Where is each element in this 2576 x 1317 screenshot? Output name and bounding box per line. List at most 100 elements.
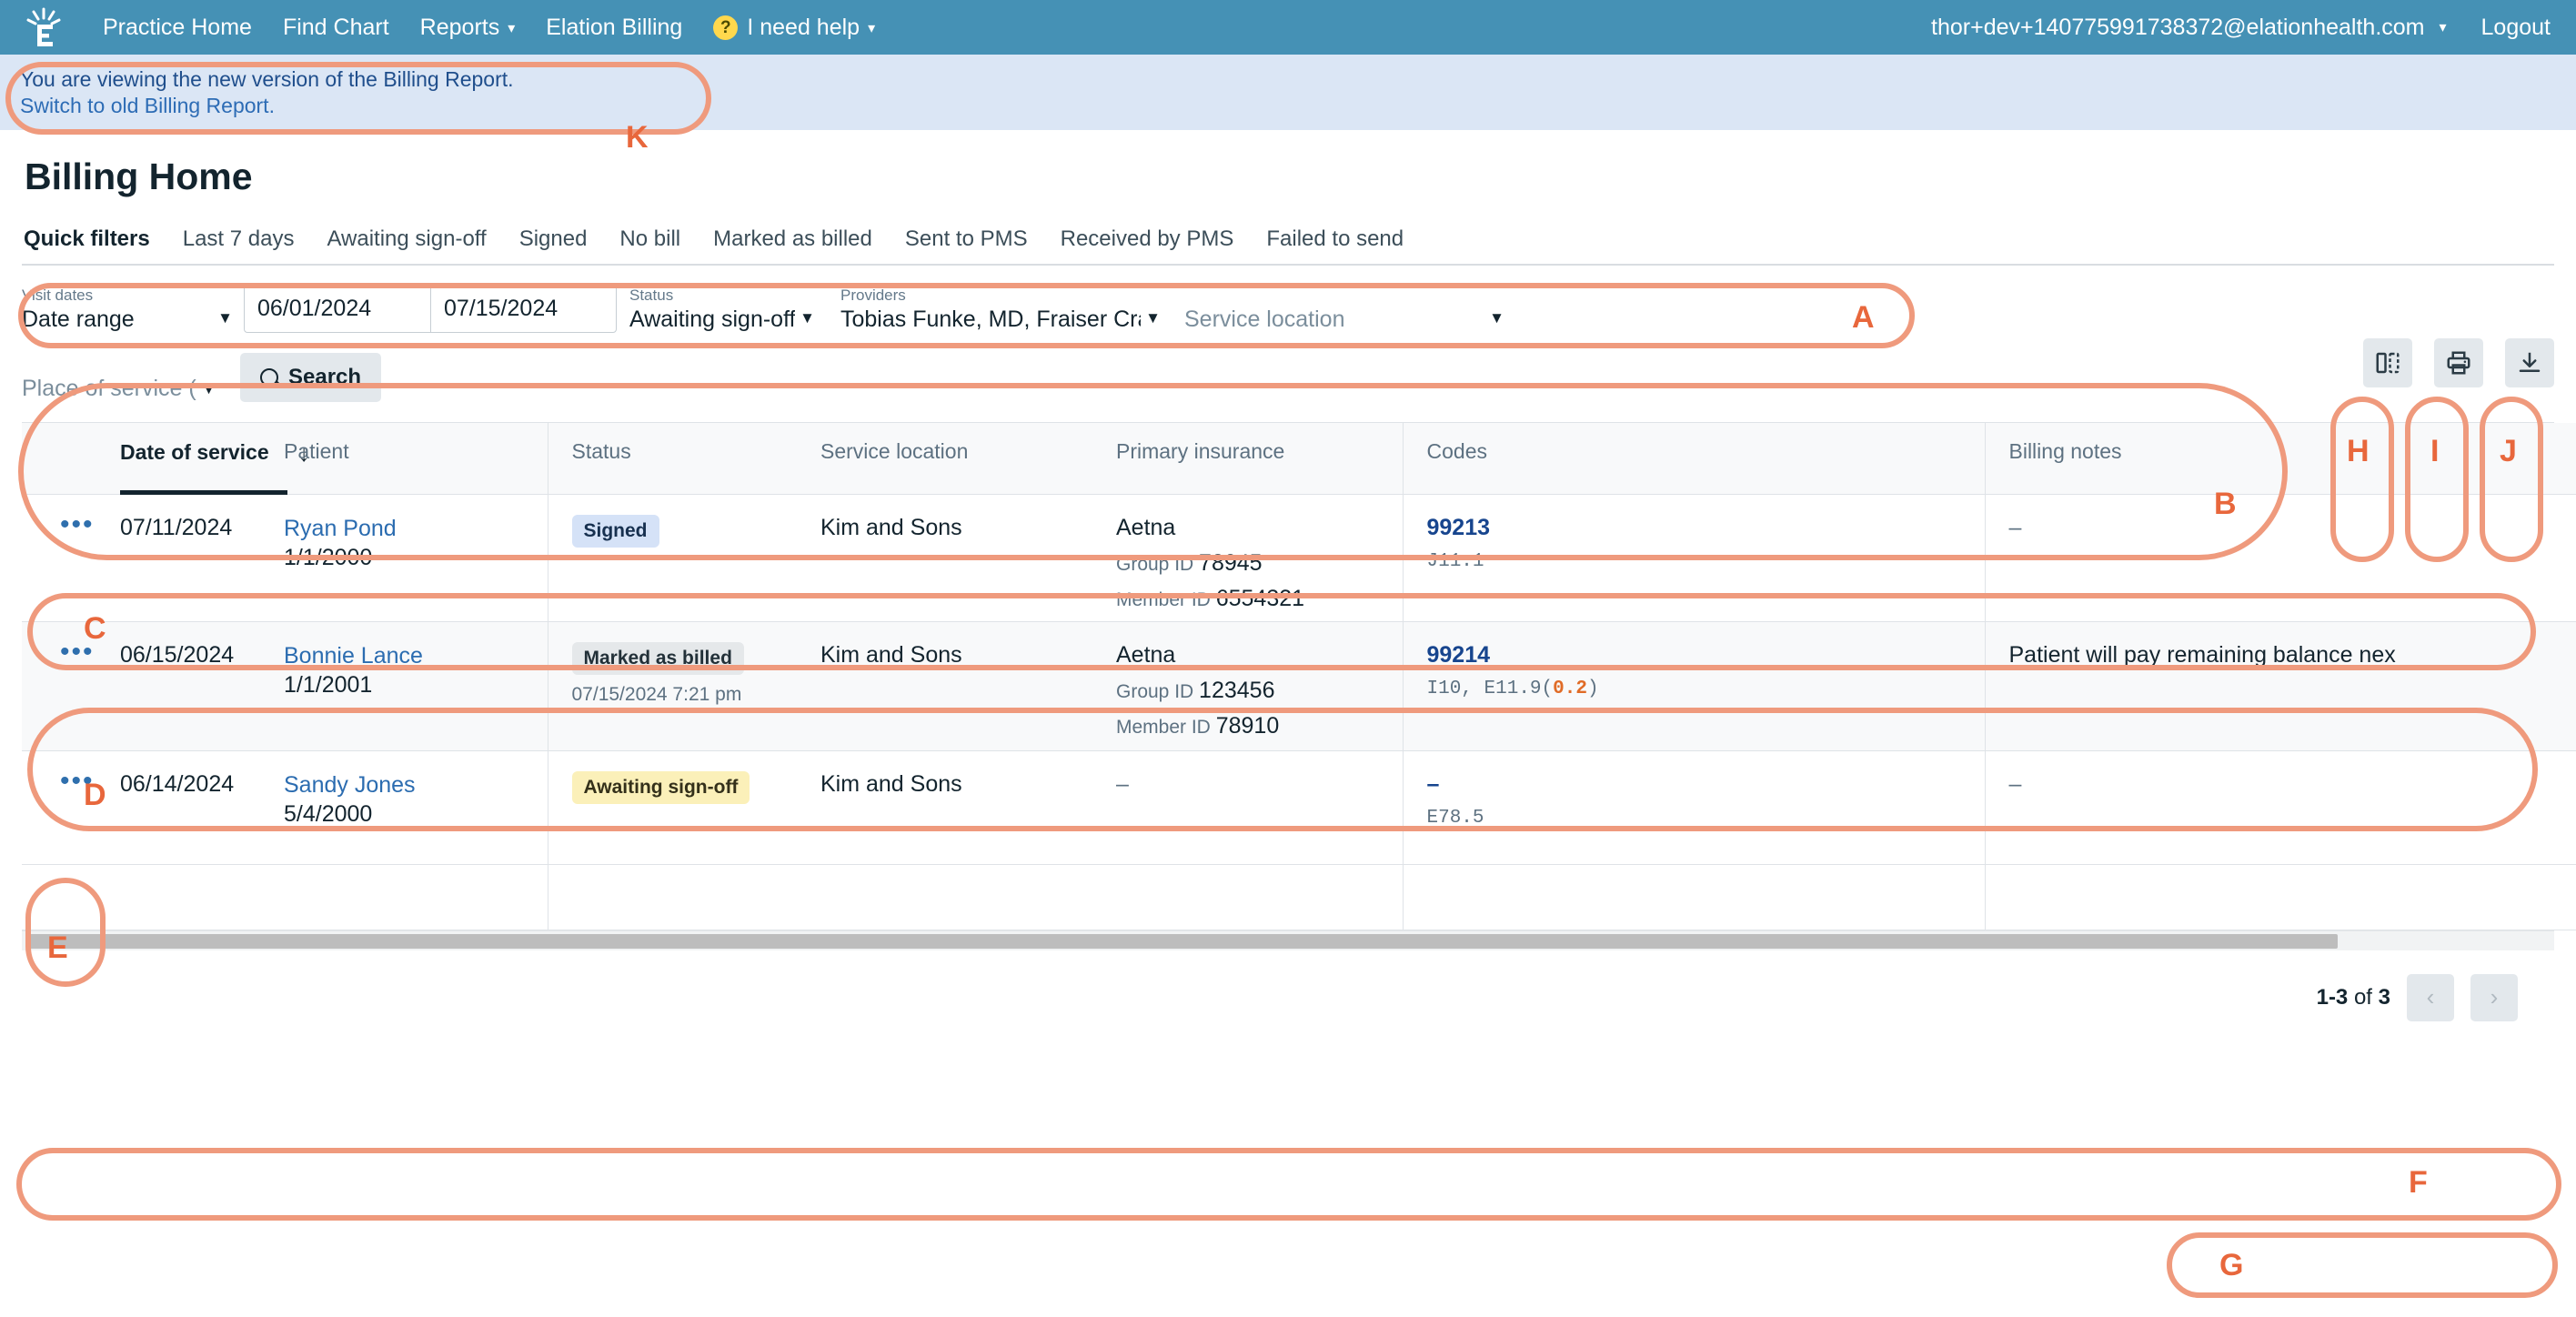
search-icon <box>260 368 278 387</box>
table-row[interactable]: ••• 07/11/2024 Ryan Pond 1/1/2000 Signed… <box>22 494 2576 621</box>
table-row[interactable]: ••• 06/15/2024 Bonnie Lance 1/1/2001 Mar… <box>22 621 2576 750</box>
spacer-cell <box>1403 864 1985 930</box>
billing-note-value: – <box>2009 515 2022 540</box>
quick-filter-signed[interactable]: Signed <box>519 226 588 252</box>
cell-patient: Bonnie Lance 1/1/2001 <box>284 621 548 750</box>
cell-patient: Ryan Pond 1/1/2000 <box>284 494 548 621</box>
chevron-down-icon[interactable]: ▾ <box>2440 18 2447 36</box>
question-mark-icon: ? <box>713 15 738 40</box>
icd-code-text: I10, E11.9( <box>1427 679 1554 699</box>
nav-reports[interactable]: Reports▾ <box>405 15 531 41</box>
nav-elation-billing-label: Elation Billing <box>546 15 682 40</box>
quick-filter-sent-to-pms[interactable]: Sent to PMS <box>905 226 1028 252</box>
next-page-button[interactable]: › <box>2470 974 2518 1021</box>
service-location-select[interactable]: Service location ▼ <box>1184 305 1512 333</box>
th-status-label: Status <box>548 439 631 463</box>
cell-billing-notes: – <box>1985 750 2576 864</box>
print-icon <box>2445 349 2472 377</box>
quick-filter-last-7-days[interactable]: Last 7 days <box>183 226 295 252</box>
icd-code-modifier: 0.2 <box>1553 679 1587 699</box>
cpt-code-link[interactable]: 99213 <box>1427 515 1985 541</box>
switch-to-old-billing-report-link[interactable]: Switch to old Billing Report. <box>20 93 2576 119</box>
quick-filter-marked-as-billed[interactable]: Marked as billed <box>713 226 872 252</box>
th-billing-notes[interactable]: Billing notes <box>1985 423 2576 494</box>
search-button[interactable]: Search <box>240 353 381 402</box>
place-of-service-select[interactable]: Place of service (POS) ▼ <box>22 376 224 402</box>
version-banner-message: You are viewing the new version of the B… <box>20 66 2576 93</box>
row-actions-menu[interactable]: ••• <box>22 771 120 790</box>
date-range-inputs <box>244 284 617 333</box>
version-banner: You are viewing the new version of the B… <box>0 55 2576 130</box>
date-of-service-value: 06/14/2024 <box>120 771 284 798</box>
member-id-label: Member ID <box>1116 717 1211 738</box>
cell-status: Signed <box>548 494 820 621</box>
row-actions-menu[interactable]: ••• <box>22 515 120 534</box>
nav-find-chart[interactable]: Find Chart <box>267 15 405 41</box>
filter-bar: Visit dates Date range ▼ Status Awaiting… <box>22 284 2554 402</box>
member-id-value: 6554321 <box>1216 586 1304 611</box>
quick-filter-failed-to-send[interactable]: Failed to send <box>1266 226 1404 252</box>
table-header-row: Date of service ↓ Patient Status Service… <box>22 423 2576 494</box>
quick-filter-awaiting-sign-off[interactable]: Awaiting sign-off <box>327 226 486 252</box>
th-date-of-service[interactable]: Date of service ↓ <box>120 423 284 494</box>
nav-i-need-help-label: I need help <box>747 15 860 40</box>
icd-code-value: J11.1 <box>1427 551 1985 572</box>
elation-logo-icon[interactable] <box>0 6 87 48</box>
filter-controls: Visit dates Date range ▼ Status Awaiting… <box>22 284 2332 402</box>
table-row[interactable]: ••• 06/14/2024 Sandy Jones 5/4/2000 Awai… <box>22 750 2576 864</box>
column-settings-button[interactable] <box>2363 338 2412 387</box>
th-patient[interactable]: Patient <box>284 423 548 494</box>
quick-filter-no-bill[interactable]: No bill <box>619 226 680 252</box>
spacer-cell <box>1116 864 1403 930</box>
th-patient-label: Patient <box>284 439 349 463</box>
spacer-cell <box>284 864 548 930</box>
providers-select[interactable]: Providers Tobias Funke, MD, Fraiser Cran… <box>840 287 1168 333</box>
patient-dob: 1/1/2001 <box>284 670 548 700</box>
row-actions-menu[interactable]: ••• <box>22 642 120 661</box>
logout-button[interactable]: Logout <box>2481 15 2551 41</box>
filter-row-secondary: Place of service (POS) ▼ Search <box>22 353 2332 402</box>
quick-filters-row: Quick filters Last 7 days Awaiting sign-… <box>22 215 2554 266</box>
service-location-value: Kim and Sons <box>820 771 1116 798</box>
patient-name-link[interactable]: Bonnie Lance <box>284 642 548 670</box>
member-id-line: Member ID 6554321 <box>1116 586 1403 612</box>
chevron-down-icon: ▼ <box>1489 309 1504 327</box>
annotation-F: F <box>2409 1165 2428 1201</box>
status-select[interactable]: Status Awaiting sign-off, Sig... ▼ <box>629 287 822 333</box>
date-from-input[interactable] <box>244 284 430 333</box>
th-service-location[interactable]: Service location <box>820 423 1116 494</box>
billing-table-container: Date of service ↓ Patient Status Service… <box>22 422 2554 950</box>
date-to-input[interactable] <box>430 284 617 333</box>
nav-i-need-help[interactable]: ?I need help▾ <box>698 15 891 41</box>
cell-date-of-service: 06/15/2024 <box>120 621 284 750</box>
status-label: Status <box>629 287 795 305</box>
horizontal-scrollbar-thumb[interactable] <box>27 934 2338 949</box>
th-date-of-service-label: Date of service <box>120 439 269 465</box>
th-codes[interactable]: Codes <box>1403 423 1985 494</box>
print-button[interactable] <box>2434 338 2483 387</box>
quick-filter-received-by-pms[interactable]: Received by PMS <box>1061 226 1234 252</box>
cell-primary-insurance: Aetna Group ID 78945 Member ID 6554321 <box>1116 494 1403 621</box>
cpt-code-link[interactable]: – <box>1427 771 1985 798</box>
previous-page-button[interactable]: ‹ <box>2407 974 2454 1021</box>
th-service-location-label: Service location <box>820 439 968 463</box>
patient-name-link[interactable]: Ryan Pond <box>284 515 548 543</box>
member-id-line: Member ID 78910 <box>1116 713 1403 739</box>
horizontal-scrollbar[interactable] <box>22 930 2554 950</box>
chevron-left-icon: ‹ <box>2427 983 2435 1011</box>
th-status[interactable]: Status <box>548 423 820 494</box>
cpt-code-link[interactable]: 99214 <box>1427 642 1985 669</box>
user-email-label[interactable]: thor+dev+140775991738372@elationhealth.c… <box>1931 15 2424 41</box>
top-navigation-bar: Practice Home Find Chart Reports▾ Elatio… <box>0 0 2576 55</box>
insurance-name: – <box>1116 771 1403 798</box>
providers-label: Providers <box>840 287 1141 305</box>
download-button[interactable] <box>2505 338 2554 387</box>
nav-practice-home[interactable]: Practice Home <box>87 15 267 41</box>
patient-name-link[interactable]: Sandy Jones <box>284 771 548 799</box>
th-primary-insurance[interactable]: Primary insurance <box>1116 423 1403 494</box>
visit-dates-select[interactable]: Visit dates Date range ▼ <box>22 287 240 333</box>
th-primary-insurance-label: Primary insurance <box>1116 439 1284 463</box>
nav-elation-billing[interactable]: Elation Billing <box>530 15 698 41</box>
cell-status: Marked as billed 07/15/2024 7:21 pm <box>548 621 820 750</box>
insurance-name: Aetna <box>1116 642 1403 669</box>
